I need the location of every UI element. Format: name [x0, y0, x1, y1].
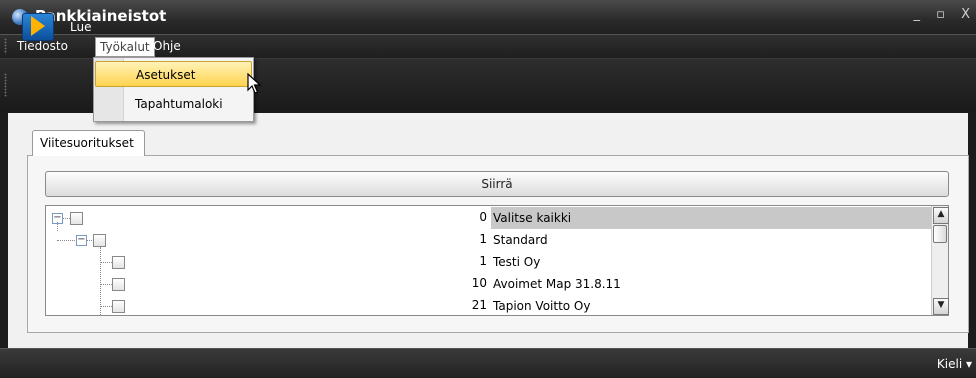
vertical-scrollbar[interactable]: ▲ ▼ — [931, 206, 949, 315]
tree-list: − 0 Valitse kaikki − 1 Standard 1 Testi … — [45, 205, 949, 316]
checkbox[interactable] — [112, 278, 125, 291]
title-bar: Pankkiaineistot _ ▫ X — [0, 0, 976, 34]
window-title: Pankkiaineistot — [35, 7, 167, 25]
status-bar: Kieli ▾ — [0, 348, 976, 378]
row-label: Tapion Voitto Oy — [493, 299, 591, 313]
window-controls[interactable]: _ ▫ X — [914, 7, 976, 22]
collapse-icon[interactable]: − — [76, 235, 87, 246]
toolbar-grip[interactable] — [4, 73, 7, 97]
language-selector[interactable]: Kieli ▾ — [937, 357, 972, 371]
move-button[interactable]: Siirrä — [45, 171, 949, 197]
tree-row[interactable]: 21 Tapion Voitto Oy — [46, 295, 931, 315]
import-button-label[interactable]: Lue — [70, 20, 91, 34]
menu-item-tapahtumaloki[interactable]: Tapahtumaloki — [95, 91, 252, 117]
tree-row[interactable]: − 0 Valitse kaikki — [46, 207, 933, 229]
row-label: Avoimet Map 31.8.11 — [493, 277, 621, 291]
row-label: Valitse kaikki — [491, 207, 933, 229]
checkbox[interactable] — [112, 300, 125, 313]
row-count: 0 — [479, 210, 487, 224]
menu-bar: Tiedosto Työkalut Ohje — [0, 34, 976, 58]
menu-tyokalut[interactable]: Työkalut — [95, 37, 155, 57]
checkbox[interactable] — [70, 212, 83, 225]
row-count: 1 — [479, 232, 487, 246]
checkbox[interactable] — [112, 256, 125, 269]
tab-viitesuoritukset[interactable]: Viitesuoritukset — [32, 130, 145, 156]
tyokalut-dropdown: Asetukset Tapahtumaloki — [93, 57, 254, 122]
menu-item-asetukset[interactable]: Asetukset — [95, 61, 252, 87]
tree-row[interactable]: 1 Testi Oy — [46, 251, 931, 273]
scrollbar-thumb[interactable] — [933, 225, 947, 243]
row-label: Standard — [493, 233, 548, 247]
row-count: 10 — [471, 276, 487, 290]
tree-row[interactable]: − 1 Standard — [46, 229, 931, 251]
scroll-up-icon[interactable]: ▲ — [933, 207, 949, 224]
import-arrow-glyph — [31, 16, 45, 36]
scroll-down-icon[interactable]: ▼ — [933, 298, 949, 315]
row-count: 21 — [471, 298, 487, 312]
checkbox[interactable] — [93, 234, 106, 247]
mouse-cursor-icon — [247, 73, 262, 94]
menu-ohje[interactable]: Ohje — [149, 37, 185, 55]
tree-row[interactable]: 10 Avoimet Map 31.8.11 — [46, 273, 931, 295]
menubar-grip[interactable] — [4, 38, 7, 54]
row-count: 1 — [479, 254, 487, 268]
row-label: Testi Oy — [493, 255, 541, 269]
